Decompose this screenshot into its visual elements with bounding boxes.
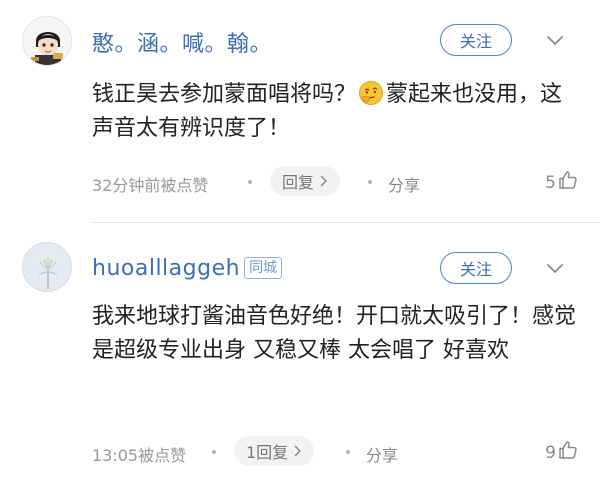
- reply-button-label: 回复: [282, 173, 315, 192]
- chevron-down-icon[interactable]: [544, 257, 566, 279]
- share-button[interactable]: 分享: [366, 442, 398, 466]
- avatar[interactable]: [22, 242, 72, 292]
- username-text[interactable]: 憨。涵。喊。翰。: [92, 32, 272, 57]
- separator-dot: [368, 180, 372, 184]
- separator-dot: [212, 450, 216, 454]
- comment-text-part: 钱正昊去参加蒙面唱将吗？: [92, 82, 357, 107]
- divider: [92, 222, 600, 223]
- location-badge: 同城: [244, 257, 283, 279]
- username[interactable]: huoalllaggeh 同城: [92, 256, 283, 281]
- thumbs-up-icon: [556, 170, 578, 195]
- reply-button-label: 1回复: [246, 443, 289, 462]
- avatar[interactable]: [22, 16, 72, 66]
- comment-meta: 32分钟前被点赞 回复 分享 5: [92, 166, 600, 196]
- chevron-right-icon: [294, 442, 302, 461]
- comment-item: 憨。涵。喊。翰。 关注 钱正昊去参加蒙面唱将吗？ 蒙起来也没用，这声音太有辨识度…: [0, 0, 600, 222]
- follow-button-label: 关注: [459, 260, 492, 279]
- separator-dot: [346, 450, 350, 454]
- reply-button[interactable]: 回复: [270, 166, 341, 196]
- like-count: 9: [545, 442, 556, 463]
- chevron-right-icon: [320, 172, 328, 191]
- username[interactable]: 憨。涵。喊。翰。: [92, 26, 272, 58]
- comment-item: huoalllaggeh 同城 关注 我来地球打酱油音色好绝！开口就太吸引了！感觉…: [0, 224, 600, 480]
- thumbs-up-icon: [556, 440, 578, 465]
- follow-button[interactable]: 关注: [440, 252, 512, 284]
- comment-text: 我来地球打酱油音色好绝！开口就太吸引了！感觉是超级专业出身 又稳又棒 太会唱了 …: [92, 304, 577, 363]
- follow-button[interactable]: 关注: [440, 24, 512, 56]
- like-count: 5: [545, 172, 556, 193]
- like-button[interactable]: 5: [545, 170, 578, 195]
- reply-button[interactable]: 1回复: [234, 436, 315, 466]
- username-text[interactable]: huoalllaggeh: [92, 256, 240, 281]
- liked-time: 32分钟前被点赞: [92, 176, 209, 195]
- comment-meta: 13:05被点赞 1回复 分享 9: [92, 436, 600, 466]
- chevron-down-icon[interactable]: [544, 29, 566, 51]
- comment-text: 钱正昊去参加蒙面唱将吗？ 蒙起来也没用，这声音太有辨识度了！: [92, 78, 580, 146]
- separator-dot: [248, 180, 252, 184]
- share-button[interactable]: 分享: [388, 172, 420, 196]
- follow-button-label: 关注: [459, 32, 492, 51]
- thinking-face-icon: [358, 80, 384, 106]
- like-button[interactable]: 9: [545, 440, 578, 465]
- liked-time: 13:05被点赞: [92, 446, 187, 465]
